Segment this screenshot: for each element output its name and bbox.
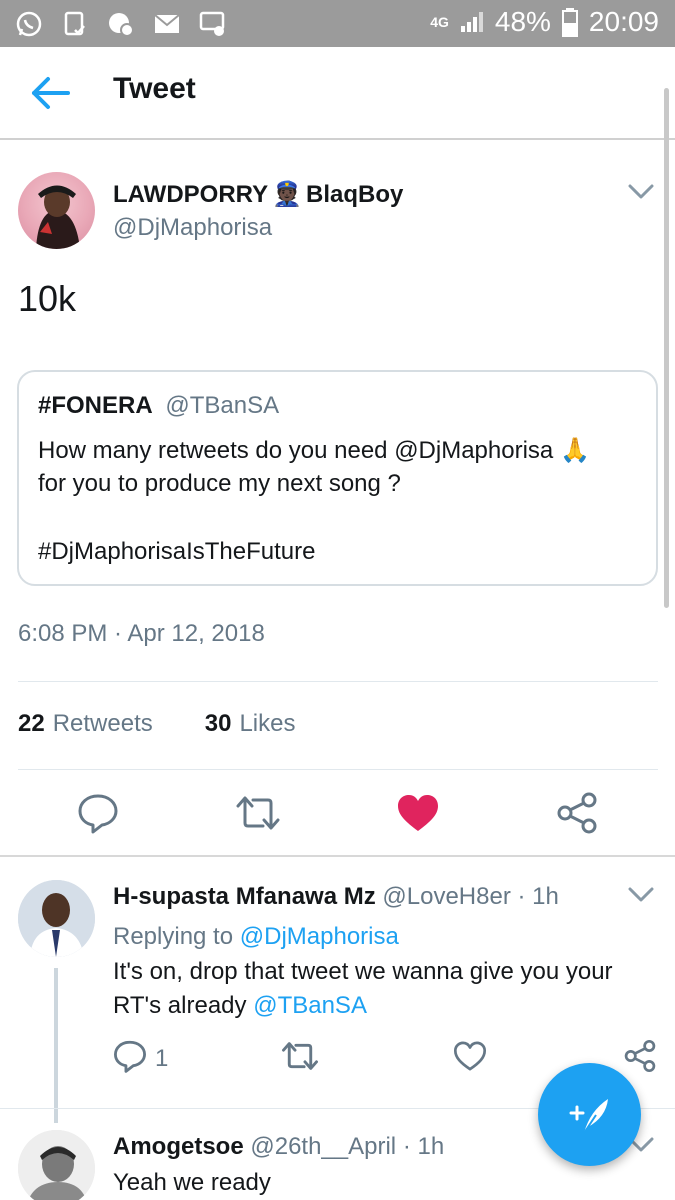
reply-time: · 1h bbox=[402, 1133, 445, 1160]
mention-link[interactable]: @TBanSA bbox=[253, 992, 367, 1019]
replying-to-label: Replying to bbox=[113, 923, 234, 950]
likes-count: 30 bbox=[204, 710, 232, 737]
heart-icon[interactable] bbox=[395, 790, 441, 836]
likes-label: Likes bbox=[239, 710, 296, 737]
screen-mirror-icon bbox=[198, 9, 228, 39]
reply-time: · 1h bbox=[517, 883, 559, 910]
clipboard-check-icon bbox=[60, 9, 90, 39]
back-arrow-icon[interactable] bbox=[28, 73, 72, 113]
reply-author-name[interactable]: H-supasta Mfanawa Mz bbox=[113, 883, 376, 910]
clock: 20:09 bbox=[588, 6, 659, 37]
app-header: Tweet bbox=[0, 47, 675, 140]
page-title: Tweet bbox=[113, 72, 196, 105]
tweet-timestamp: 6:08 PM · Apr 12, 2018 bbox=[18, 620, 265, 647]
retweet-icon[interactable] bbox=[235, 790, 281, 836]
whatsapp-icon bbox=[14, 9, 44, 39]
reply-author-handle[interactable]: @26th__April bbox=[250, 1133, 396, 1160]
reply-text: Yeah we ready bbox=[113, 1169, 271, 1196]
scrollbar[interactable] bbox=[664, 88, 669, 608]
thread-line bbox=[54, 968, 58, 1123]
reply-text-line-1: It's on, drop that tweet we wanna give y… bbox=[113, 958, 613, 985]
likes-stat[interactable]: 30 Likes bbox=[205, 710, 296, 738]
reply-author-name[interactable]: Amogetsoe bbox=[113, 1133, 244, 1160]
heart-outline-icon[interactable] bbox=[450, 1036, 490, 1076]
author-handle[interactable]: @DjMaphorisa bbox=[113, 214, 272, 242]
reply-header: H-supasta Mfanawa Mz @LoveH8er · 1h bbox=[113, 883, 559, 911]
compose-button[interactable] bbox=[538, 1063, 641, 1166]
quoted-tweet[interactable]: #FONERA @TBanSA How many retweets do you… bbox=[17, 370, 658, 586]
author-name-suffix: BlaqBoy bbox=[306, 180, 404, 208]
divider bbox=[18, 769, 658, 770]
reply-icon[interactable] bbox=[75, 790, 121, 836]
section-divider bbox=[0, 855, 675, 857]
notification-icons bbox=[14, 9, 228, 39]
battery-icon bbox=[561, 8, 578, 37]
chevron-down-icon[interactable] bbox=[627, 886, 655, 904]
author-name-text: LAWDPORRY bbox=[113, 180, 269, 208]
system-status: 4G 48% 20:09 bbox=[430, 6, 659, 38]
reply-text: RT's already bbox=[113, 992, 247, 1019]
status-bar: 4G 48% 20:09 bbox=[0, 0, 675, 47]
reply-count: 1 bbox=[155, 1045, 169, 1072]
quoted-tweet-header: #FONERA @TBanSA bbox=[38, 392, 279, 420]
reply-avatar[interactable] bbox=[18, 880, 95, 957]
share-icon[interactable] bbox=[554, 790, 600, 836]
battery-percent: 48% bbox=[494, 6, 551, 37]
reply-icon[interactable] bbox=[110, 1036, 150, 1076]
compose-icon bbox=[569, 1098, 608, 1134]
reply-author-handle[interactable]: @LoveH8er bbox=[382, 883, 510, 910]
reply-avatar[interactable] bbox=[18, 1130, 95, 1200]
messenger-icon bbox=[106, 9, 136, 39]
quoted-text-line-2: for you to produce my next song ? bbox=[38, 470, 401, 497]
mail-icon bbox=[152, 9, 182, 39]
replying-to: Replying to @DjMaphorisa bbox=[113, 923, 399, 951]
replying-to-handle[interactable]: @DjMaphorisa bbox=[240, 923, 399, 950]
retweets-label: Retweets bbox=[52, 710, 153, 737]
retweets-count: 22 bbox=[18, 710, 45, 737]
retweets-stat[interactable]: 22 Retweets bbox=[18, 710, 153, 738]
quoted-hashtag[interactable]: #DjMaphorisaIsTheFuture bbox=[38, 538, 315, 566]
tweet-text: 10k bbox=[18, 278, 77, 319]
chevron-down-icon[interactable] bbox=[627, 183, 655, 201]
quoted-author-name: #FONERA bbox=[38, 392, 153, 419]
network-type: 4G bbox=[430, 13, 449, 30]
reply-text-line-2: RT's already @TBanSA bbox=[113, 992, 367, 1020]
reply-header: Amogetsoe @26th__April · 1h bbox=[113, 1133, 444, 1161]
retweet-icon[interactable] bbox=[280, 1036, 320, 1076]
signal-icon bbox=[460, 12, 483, 32]
quoted-author-handle: @TBanSA bbox=[165, 392, 280, 419]
share-icon[interactable] bbox=[620, 1036, 660, 1076]
police-officer-emoji: 👮🏿 bbox=[272, 181, 302, 208]
author-avatar[interactable] bbox=[18, 172, 95, 249]
tweet-stats: 22 Retweets 30 Likes bbox=[18, 710, 295, 738]
author-name[interactable]: LAWDPORRY 👮🏿 BlaqBoy bbox=[113, 180, 403, 209]
quoted-text-line-1: How many retweets do you need @DjMaphori… bbox=[38, 437, 590, 464]
divider bbox=[18, 681, 658, 682]
